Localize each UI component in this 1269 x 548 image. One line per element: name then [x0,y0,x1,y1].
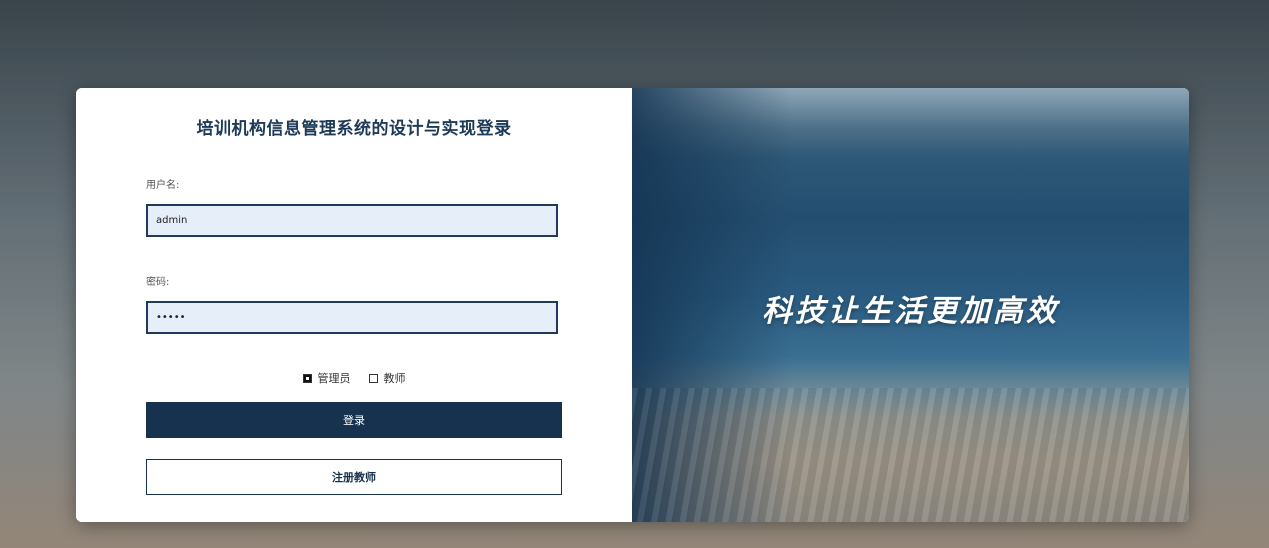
login-form: 培训机构信息管理系统的设计与实现登录 用户名: 密码: 管理员 教师 登录 注册… [76,88,632,522]
login-card: 培训机构信息管理系统的设计与实现登录 用户名: 密码: 管理员 教师 登录 注册… [76,88,1189,522]
role-label-admin: 管理员 [317,372,351,385]
page-title: 培训机构信息管理系统的设计与实现登录 [196,119,512,139]
password-label: 密码: [146,277,170,288]
register-teacher-button[interactable]: 注册教师 [146,459,562,495]
username-input[interactable] [146,204,558,237]
admin-checkbox[interactable] [302,373,312,383]
role-option-admin[interactable]: 管理员 [302,370,351,386]
password-input[interactable] [146,301,558,334]
role-label-teacher: 教师 [383,372,406,385]
role-option-teacher[interactable]: 教师 [368,370,406,386]
username-label: 用户名: [146,180,180,191]
hero-image: 科技让生活更加高效 [632,88,1189,522]
teacher-checkbox[interactable] [368,373,378,383]
login-button[interactable]: 登录 [146,402,562,438]
hero-tagline: 科技让生活更加高效 [762,294,1059,329]
role-selector: 管理员 教师 [76,370,632,386]
